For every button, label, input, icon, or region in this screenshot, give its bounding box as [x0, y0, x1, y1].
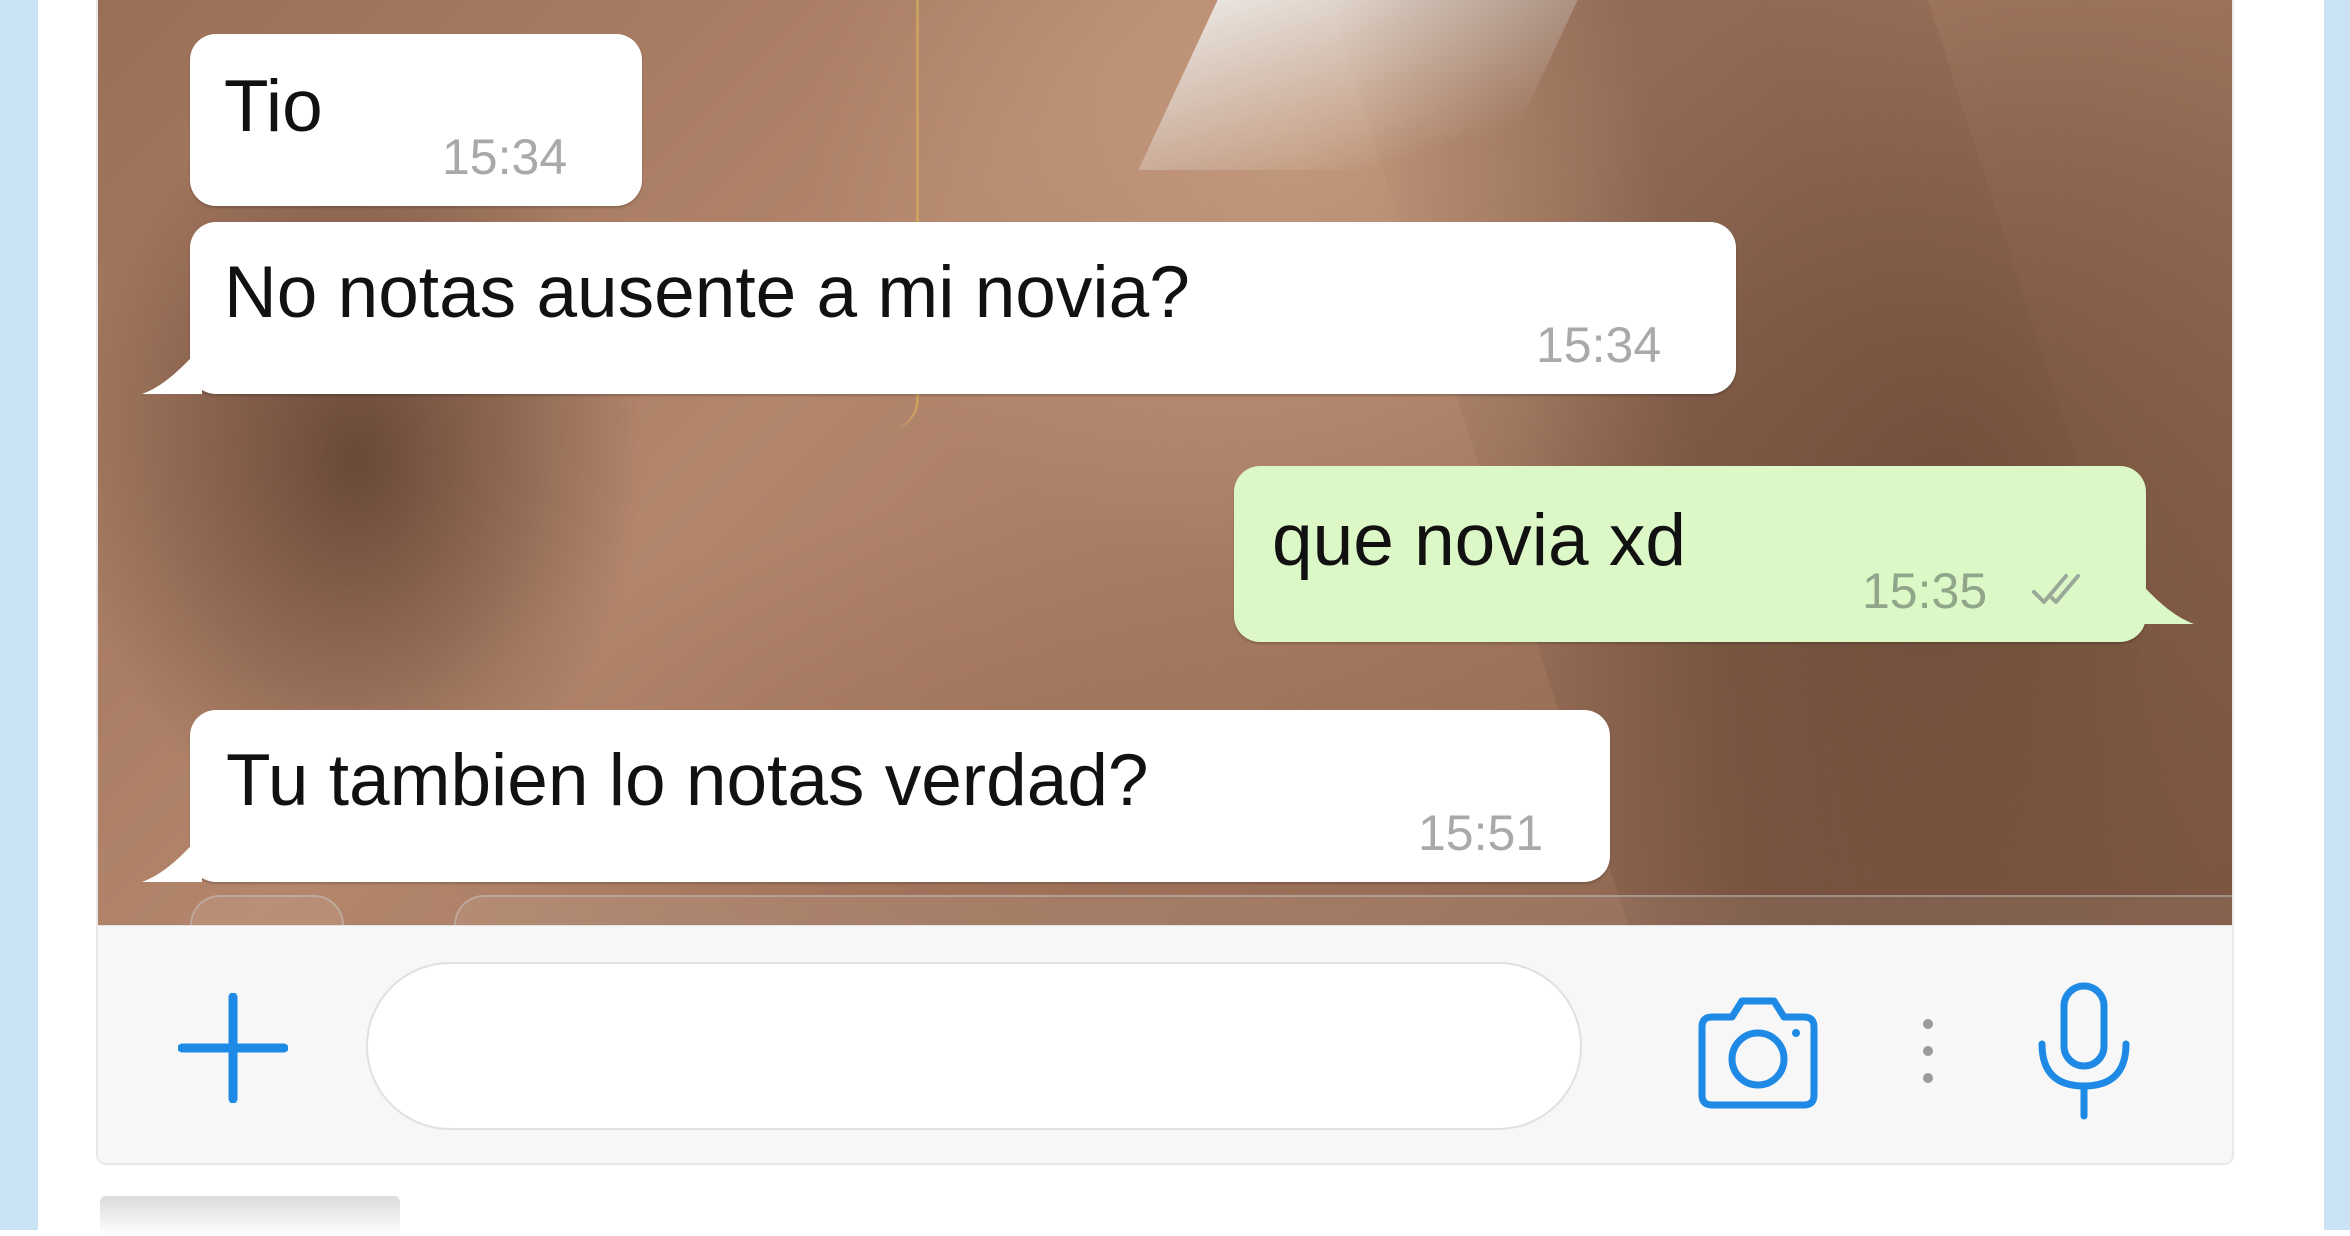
chat-messages-area[interactable]: Tio 15:34 No notas ausente a mi novia? 1…	[98, 0, 2232, 925]
cutoff-bubble-left	[190, 895, 344, 925]
message-text: Tio	[224, 66, 323, 147]
message-text: Tu tambien lo notas verdad?	[226, 740, 1149, 821]
microphone-icon[interactable]	[2034, 982, 2134, 1122]
message-bubble-incoming[interactable]: No notas ausente a mi novia? 15:34	[142, 222, 1736, 394]
message-bubble-outgoing[interactable]: que novia xd 15:35	[1234, 466, 2194, 642]
message-timestamp: 15:34	[442, 129, 568, 185]
message-text: No notas ausente a mi novia?	[224, 252, 1190, 333]
message-timestamp: 15:34	[1536, 317, 1662, 373]
message-input[interactable]	[366, 962, 1582, 1130]
read-double-check-icon	[2032, 574, 2080, 604]
vertical-dots-icon[interactable]	[1918, 1016, 1938, 1086]
message-timestamp: 15:51	[1418, 805, 1544, 861]
bubble-tail	[2134, 576, 2194, 624]
message-composer-bar	[98, 925, 2232, 1163]
cutoff-bubble-right	[454, 895, 2232, 925]
message-timestamp: 15:35	[1862, 563, 1988, 619]
message-text: que novia xd	[1272, 500, 1686, 581]
page-background-left	[0, 0, 38, 1230]
cutoff-caption	[100, 1196, 400, 1236]
page-background-right	[2324, 0, 2350, 1230]
camera-icon[interactable]	[1688, 993, 1828, 1113]
plus-icon[interactable]	[178, 993, 288, 1103]
chat-window: Tio 15:34 No notas ausente a mi novia? 1…	[96, 0, 2234, 1165]
message-bubble-incoming[interactable]: Tu tambien lo notas verdad? 15:51	[142, 710, 1610, 882]
page-footer-area	[96, 1165, 2234, 1230]
message-bubble-incoming[interactable]: Tio 15:34	[190, 34, 642, 206]
bubble-tail	[142, 834, 202, 882]
bubble-tail	[142, 346, 202, 394]
